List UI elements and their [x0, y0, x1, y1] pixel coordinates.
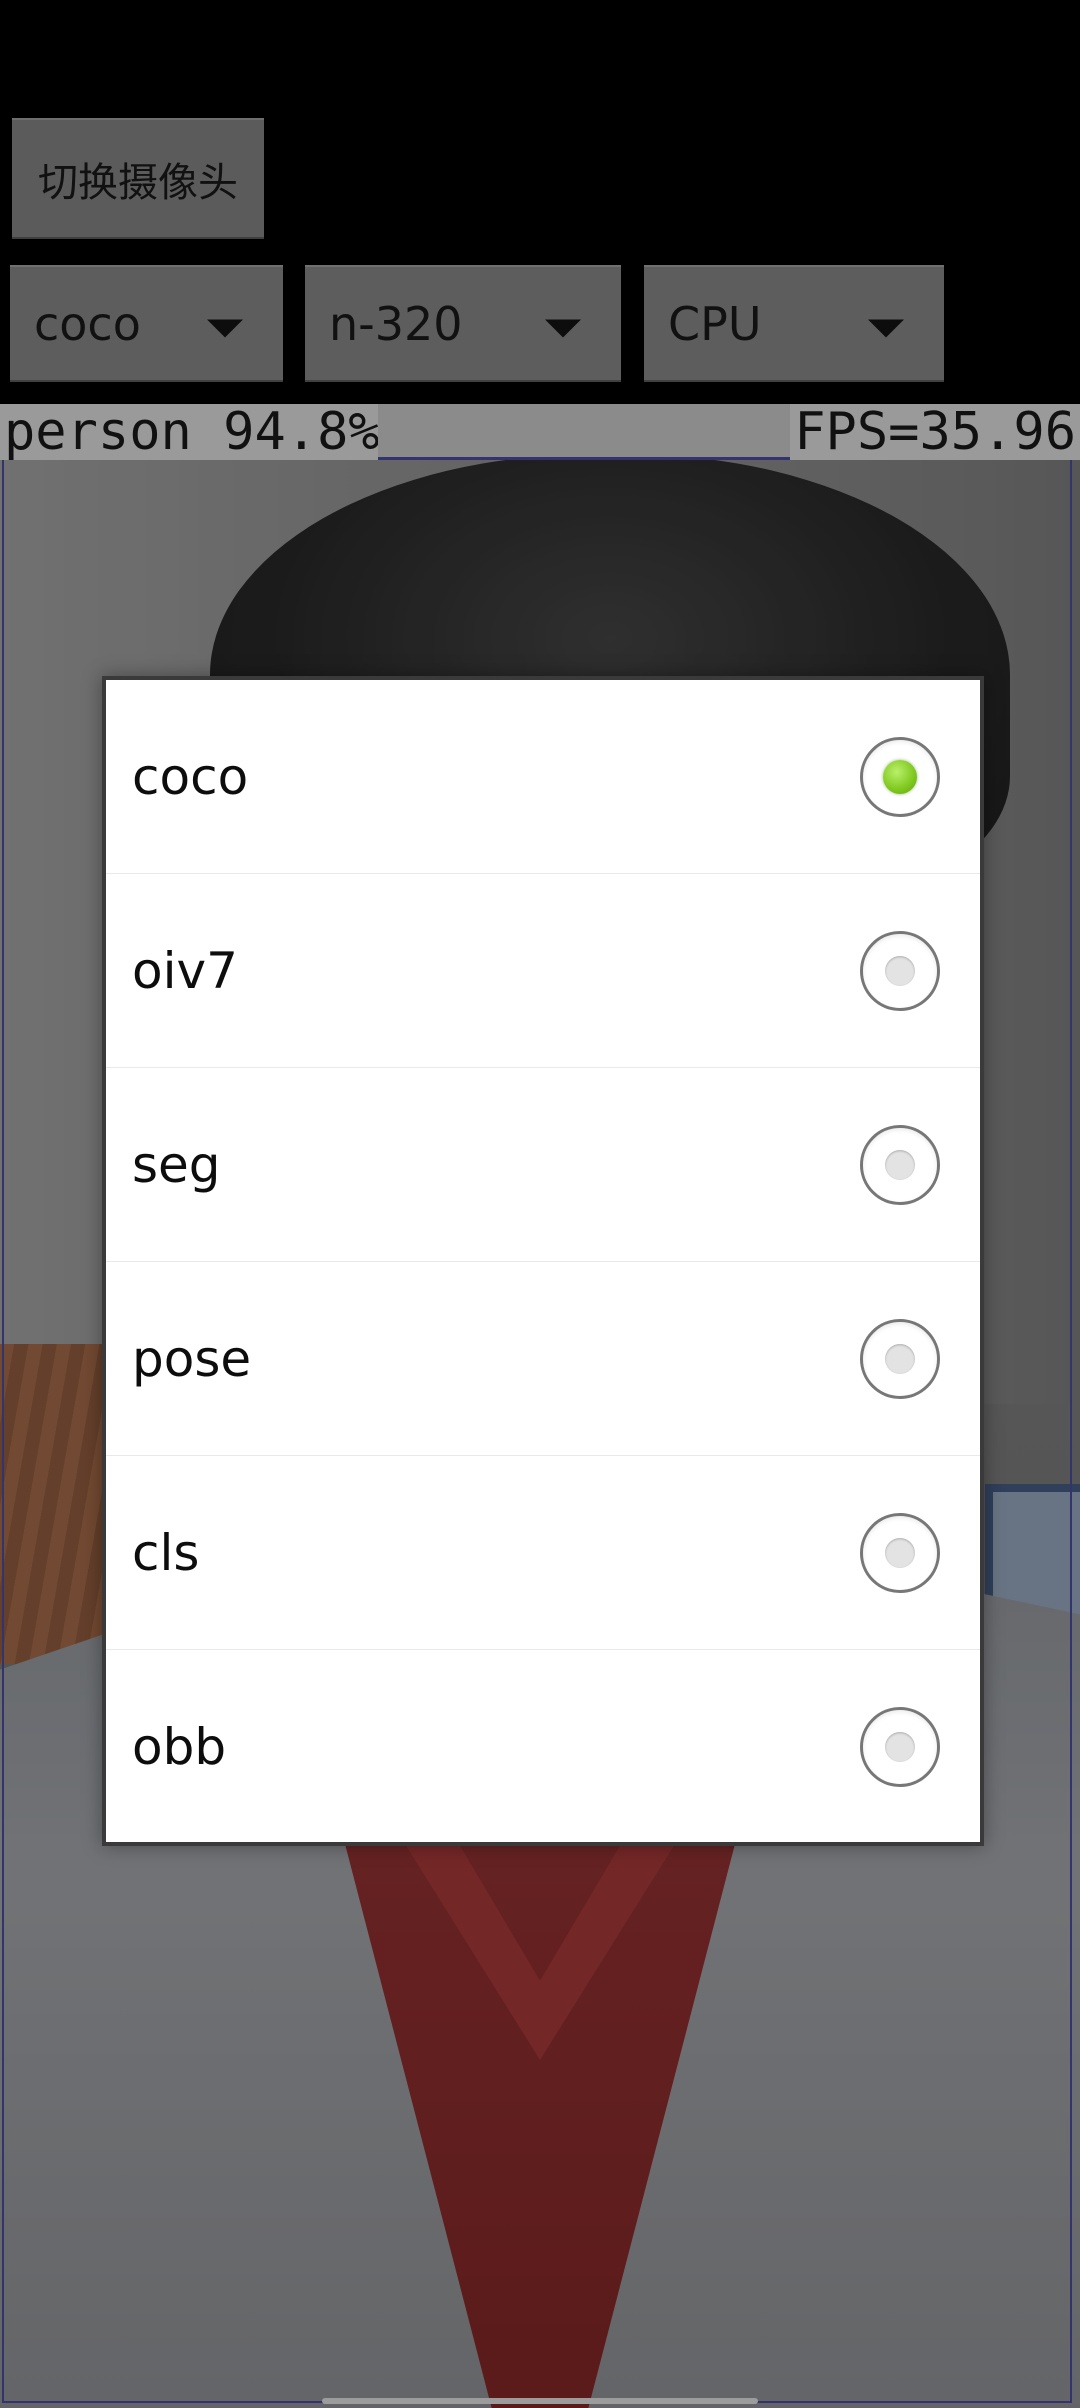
caret-down-icon — [545, 319, 581, 337]
radio-button[interactable] — [860, 930, 940, 1011]
radio-button[interactable] — [860, 1318, 940, 1399]
model-spinner[interactable]: coco — [10, 265, 283, 382]
fps-label: FPS=35.96 — [790, 404, 1080, 460]
radio-dot-icon — [885, 1732, 915, 1762]
option-label: seg — [132, 1135, 221, 1194]
size-spinner[interactable]: n-320 — [305, 265, 621, 382]
radio-dot-icon — [885, 1537, 915, 1568]
radio-button[interactable] — [860, 1124, 940, 1205]
dialog-option-coco[interactable]: coco — [106, 680, 980, 874]
option-label: coco — [132, 747, 249, 806]
radio-button[interactable] — [860, 736, 940, 817]
radio-dot-icon — [885, 955, 915, 986]
option-label: cls — [132, 1523, 200, 1582]
dialog-option-cls[interactable]: cls — [106, 1456, 980, 1650]
switch-camera-button[interactable]: 切换摄像头 — [12, 118, 264, 239]
dialog-option-oiv7[interactable]: oiv7 — [106, 874, 980, 1068]
dialog-option-obb[interactable]: obb — [106, 1650, 980, 1844]
model-spinner-value: coco — [34, 296, 141, 351]
radio-dot-icon — [885, 1149, 915, 1180]
option-label: obb — [132, 1718, 227, 1776]
switch-camera-label: 切换摄像头 — [38, 159, 238, 206]
navigation-handle[interactable] — [322, 2398, 758, 2404]
caret-down-icon — [868, 319, 904, 337]
app-screen: 切换摄像头 coco n-320 CPU person 94.8% FPS=35… — [0, 0, 1080, 2408]
radio-button[interactable] — [860, 1707, 940, 1787]
dialog-option-seg[interactable]: seg — [106, 1068, 980, 1262]
device-spinner-value: CPU — [668, 296, 762, 351]
radio-dot-icon — [885, 1343, 915, 1374]
caret-down-icon — [207, 319, 243, 337]
dialog-option-pose[interactable]: pose — [106, 1262, 980, 1456]
radio-dot-icon — [883, 759, 917, 794]
radio-button[interactable] — [860, 1512, 940, 1593]
device-spinner[interactable]: CPU — [644, 265, 944, 382]
size-spinner-value: n-320 — [329, 296, 463, 351]
option-label: oiv7 — [132, 941, 238, 1000]
model-selection-dialog: coco oiv7 seg pose cls obb — [102, 676, 984, 1846]
detection-label: person 94.8% — [0, 404, 384, 460]
option-label: pose — [132, 1329, 252, 1388]
detection-label-bar — [378, 404, 796, 460]
